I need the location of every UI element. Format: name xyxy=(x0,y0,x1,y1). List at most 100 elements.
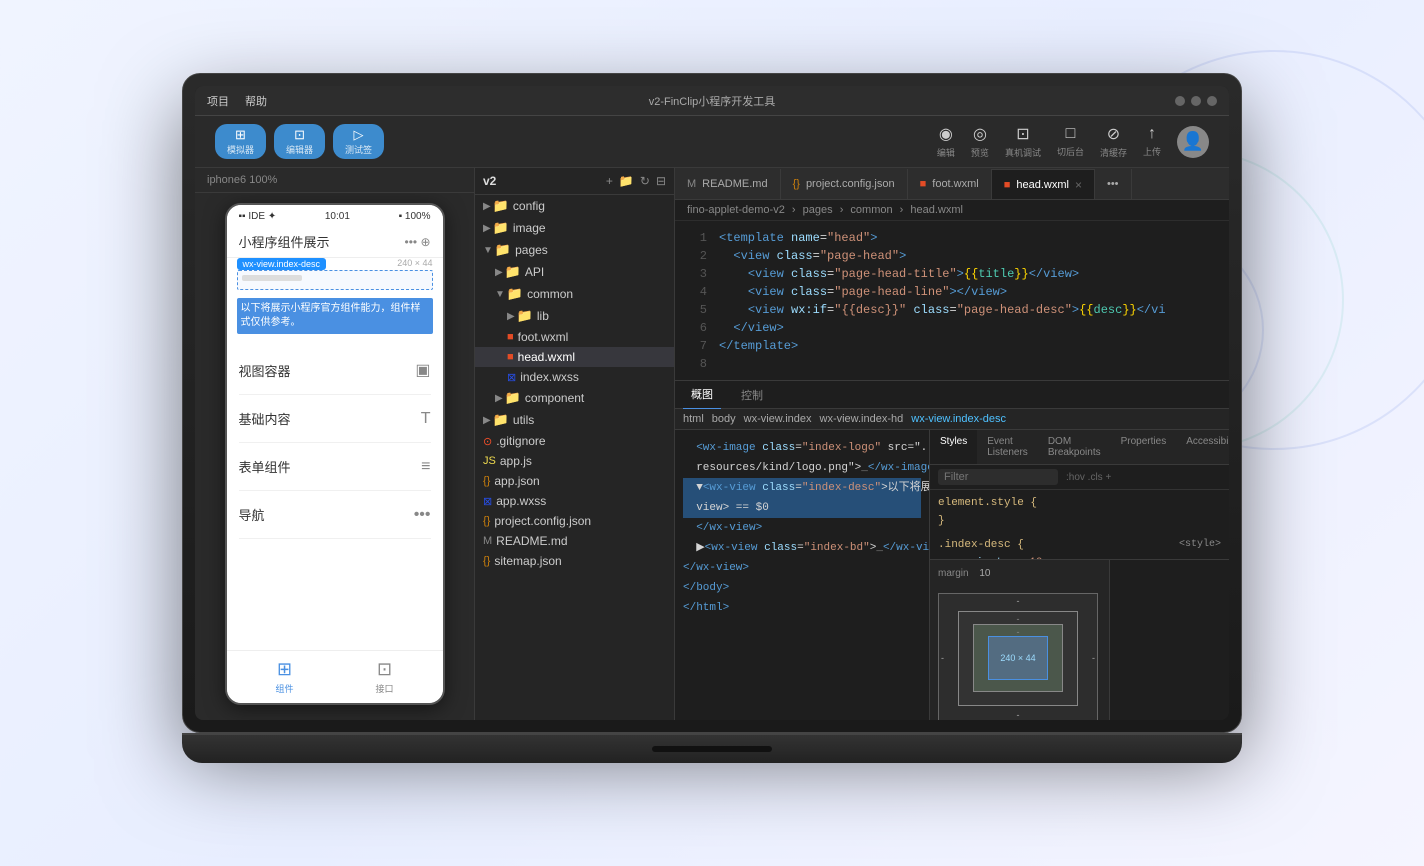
phone-content: wx-view.index-desc 240 × 44 以下将展示小程序官方组件… xyxy=(227,270,443,650)
tab-project-config[interactable]: {} project.config.json xyxy=(781,169,908,199)
tree-item-app-json[interactable]: {} app.json xyxy=(475,471,674,491)
devtools-bc-wxdesc[interactable]: wx-view.index-desc xyxy=(911,413,1006,425)
menu-help[interactable]: 帮助 xyxy=(245,93,267,109)
toolbar-action-edit[interactable]: ◉ 编辑 xyxy=(937,124,955,159)
mode-label-simulate: 模拟器 xyxy=(227,143,254,156)
html-node-0: <wx-image class="index-logo" src="../res… xyxy=(683,438,921,458)
collapse-all-icon[interactable]: ⊟ xyxy=(656,174,666,188)
tree-item-component[interactable]: ▶ 📁 component xyxy=(475,387,674,409)
phone-menu-item-2[interactable]: 表单组件 ≡ xyxy=(239,443,431,491)
tab-head-wxml[interactable]: ■ head.wxml × xyxy=(992,169,1095,199)
chevron-icon: ▶ xyxy=(507,311,515,322)
styles-tab-dom[interactable]: DOM Breakpoints xyxy=(1038,430,1111,464)
styles-tab-access[interactable]: Accessibility xyxy=(1176,430,1229,464)
refresh-icon[interactable]: ↻ xyxy=(640,174,650,188)
tree-item-api[interactable]: ▶ 📁 API xyxy=(475,261,674,283)
toolbar-action-upload[interactable]: ↑ 上传 xyxy=(1143,125,1161,158)
new-file-icon[interactable]: + xyxy=(606,174,613,188)
toolbar-action-preview[interactable]: ◎ 预览 xyxy=(971,124,989,159)
chevron-down-icon: ▼ xyxy=(483,245,493,256)
mode-btn-simulate[interactable]: ⊞ 模拟器 xyxy=(215,124,266,159)
tree-item-pages[interactable]: ▼ 📁 pages xyxy=(475,239,674,261)
breadcrumb-item-0: fino-applet-demo-v2 xyxy=(687,204,785,216)
menu-project[interactable]: 项目 xyxy=(207,93,229,109)
laptop: 项目 帮助 v2-FinClip小程序开发工具 ⊞ xyxy=(182,73,1242,793)
chevron-icon: ▶ xyxy=(483,415,491,426)
mode-btn-editor[interactable]: ⊡ 编辑器 xyxy=(274,124,325,159)
html-node-3[interactable]: view> == $0 xyxy=(683,498,921,518)
tree-item-config[interactable]: ▶ 📁 config xyxy=(475,195,674,217)
phone-time: 10:01 xyxy=(325,211,350,222)
tree-item-sitemap[interactable]: {} sitemap.json xyxy=(475,551,674,571)
border-label: - xyxy=(1017,614,1020,624)
tree-item-app-js[interactable]: JS app.js xyxy=(475,451,674,471)
user-avatar[interactable]: 👤 xyxy=(1177,126,1209,158)
tree-item-common[interactable]: ▼ 📁 common xyxy=(475,283,674,305)
tab-readme[interactable]: M README.md xyxy=(675,169,781,199)
file-tree-header: v2 + 📁 ↻ ⊟ xyxy=(475,168,674,195)
clear-icon: ⊘ xyxy=(1107,124,1120,144)
devtools-bc-wxview[interactable]: wx-view.index xyxy=(744,413,812,425)
phone-panel-header: iphone6 100% xyxy=(195,168,474,193)
code-area[interactable]: 1 <template name="head"> 2 <view class="… xyxy=(675,221,1229,380)
tree-item-project-config[interactable]: {} project.config.json xyxy=(475,511,674,531)
styles-filter-input[interactable] xyxy=(938,469,1058,485)
styles-tab-props[interactable]: Properties xyxy=(1111,430,1177,464)
phone-tab-api[interactable]: ⊡ 接口 xyxy=(375,659,393,695)
mode-btn-test[interactable]: ▷ 测试签 xyxy=(333,124,384,159)
folder-icon: 📁 xyxy=(493,220,509,236)
folder-icon: 📁 xyxy=(493,412,509,428)
tree-item-head-wxml[interactable]: ■ head.wxml xyxy=(475,347,674,367)
phone-menu-item-0[interactable]: 视图容器 ▣ xyxy=(239,346,431,395)
json-icon: {} xyxy=(483,555,490,567)
ide: 项目 帮助 v2-FinClip小程序开发工具 ⊞ xyxy=(195,86,1229,720)
tree-item-utils[interactable]: ▶ 📁 utils xyxy=(475,409,674,431)
phone-app-title: 小程序组件展示 xyxy=(239,232,330,251)
tree-item-index-wxss[interactable]: ⊠ index.wxss xyxy=(475,367,674,387)
laptop-screen: 项目 帮助 v2-FinClip小程序开发工具 ⊞ xyxy=(195,86,1229,720)
tree-item-readme[interactable]: M README.md xyxy=(475,531,674,551)
toolbar-action-device[interactable]: ⊡ 真机调试 xyxy=(1005,124,1041,159)
chevron-down-icon: ▼ xyxy=(495,289,505,300)
editor-tabs: M README.md {} project.config.json ■ xyxy=(675,168,1229,200)
tree-item-app-wxss[interactable]: ⊠ app.wxss xyxy=(475,491,674,511)
styles-tab-styles[interactable]: Styles xyxy=(930,430,977,464)
phone-selected-text: 以下将展示小程序官方组件能力，组件样式仅供参考。 xyxy=(237,298,433,334)
devtools-bc-body[interactable]: body xyxy=(712,413,736,425)
background-icon: □ xyxy=(1066,125,1076,143)
tab-close-icon[interactable]: × xyxy=(1075,178,1082,192)
devtools-bc-wxhd[interactable]: wx-view.index-hd xyxy=(820,413,904,425)
tab-foot-wxml[interactable]: ■ foot.wxml xyxy=(908,169,992,199)
tree-item-image[interactable]: ▶ 📁 image xyxy=(475,217,674,239)
phone-bottom-bar: ⊞ 组件 ⊡ 接口 xyxy=(227,650,443,703)
win-close[interactable] xyxy=(1207,96,1217,106)
wxml-icon: ■ xyxy=(507,331,514,343)
phone-tab-components[interactable]: ⊞ 组件 xyxy=(275,659,293,695)
phone-status-bar: ▪▪ IDE ✦ 10:01 ▪ 100% xyxy=(227,205,443,226)
tree-item-gitignore[interactable]: ⊙ .gitignore xyxy=(475,431,674,451)
win-maximize[interactable] xyxy=(1191,96,1201,106)
file-tree: v2 + 📁 ↻ ⊟ ▶ xyxy=(475,168,675,720)
win-minimize[interactable] xyxy=(1175,96,1185,106)
html-node-2[interactable]: ▼<wx-view class="index-desc">以下将展示小程序官方组… xyxy=(683,478,921,498)
phone-menu-item-1[interactable]: 基础内容 T xyxy=(239,395,431,443)
box-padding: - 240 × 44 xyxy=(973,624,1063,692)
json-icon: {} xyxy=(483,475,490,487)
tree-item-lib[interactable]: ▶ 📁 lib xyxy=(475,305,674,327)
breadcrumb: fino-applet-demo-v2 › pages › common › h… xyxy=(675,200,1229,221)
chevron-icon: ▶ xyxy=(483,223,491,234)
new-folder-icon[interactable]: 📁 xyxy=(619,174,634,188)
html-node-7: </body> xyxy=(683,578,921,598)
components-tab-icon: ⊞ xyxy=(277,659,292,680)
toolbar-right: ◉ 编辑 ◎ 预览 ⊡ 真机调试 □ 切后台 xyxy=(937,124,1209,159)
tree-item-foot-wxml[interactable]: ■ foot.wxml xyxy=(475,327,674,347)
devtools-tab-control[interactable]: 控制 xyxy=(733,381,771,409)
toolbar-action-background[interactable]: □ 切后台 xyxy=(1057,125,1084,158)
html-tree[interactable]: <wx-image class="index-logo" src="../res… xyxy=(675,430,929,720)
phone-menu-item-3[interactable]: 导航 ••• xyxy=(239,491,431,539)
devtools-tab-overview[interactable]: 概图 xyxy=(683,380,721,410)
toolbar-action-clear[interactable]: ⊘ 清缓存 xyxy=(1100,124,1127,159)
devtools-bc-html[interactable]: html xyxy=(683,413,704,425)
tab-more[interactable]: ••• xyxy=(1095,169,1132,199)
styles-tab-events[interactable]: Event Listeners xyxy=(977,430,1038,464)
